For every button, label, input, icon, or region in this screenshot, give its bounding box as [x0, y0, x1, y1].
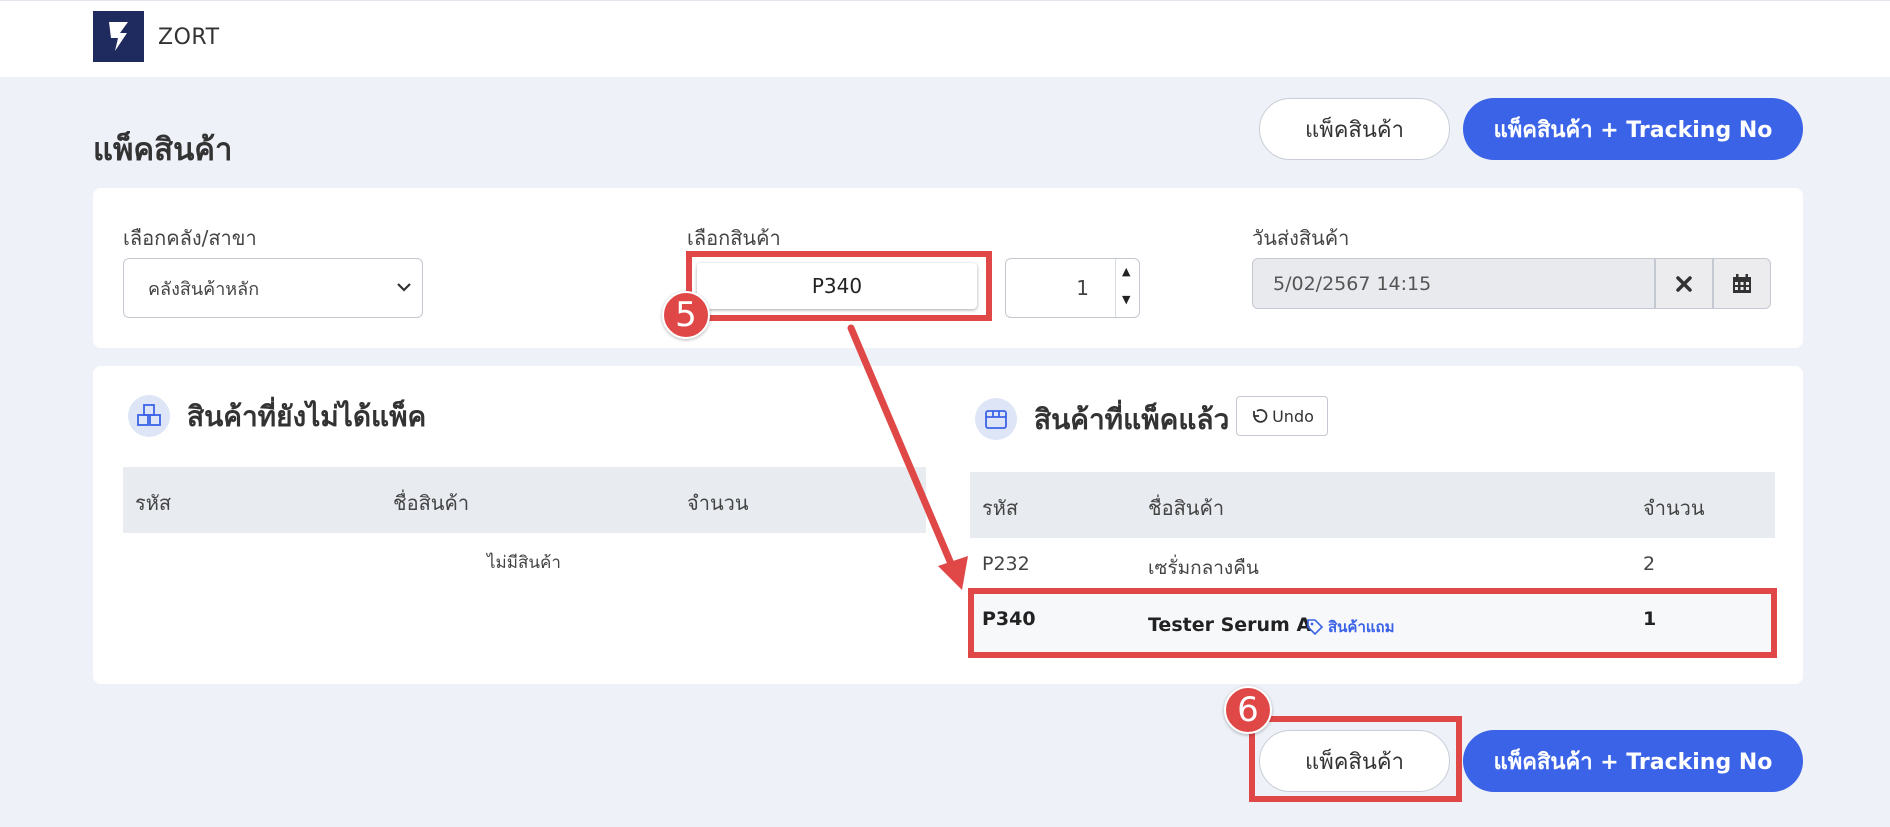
column-header-name: ชื่อสินค้า	[1148, 496, 1225, 520]
quantity-value: 1	[1076, 276, 1089, 300]
column-header-quantity: จำนวน	[1643, 496, 1705, 520]
undo-button[interactable]: Undo	[1236, 396, 1328, 436]
packed-section-title: สินค้าที่แพ็คแล้ว	[1034, 403, 1230, 436]
annotation-box-packed-row	[968, 588, 1777, 658]
column-header-code: รหัส	[135, 491, 172, 515]
pack-button-top[interactable]: แพ็คสินค้า	[1259, 98, 1450, 160]
undo-icon	[1253, 408, 1268, 423]
decrement-icon[interactable]: ▼	[1122, 293, 1130, 306]
clear-date-button[interactable]	[1655, 258, 1713, 309]
quantity-stepper[interactable]: 1 ▲ ▼	[1005, 258, 1140, 318]
packed-table-header: รหัส ชื่อสินค้า จำนวน	[970, 472, 1775, 538]
pack-tracking-button-top[interactable]: แพ็คสินค้า + Tracking No	[1463, 98, 1803, 160]
warehouse-value: คลังสินค้าหลัก	[148, 278, 260, 300]
chevron-down-icon	[397, 283, 411, 292]
quantity-spinner[interactable]: ▲ ▼	[1115, 259, 1139, 317]
packed-box-icon	[975, 398, 1017, 440]
ship-date-input[interactable]: 5/02/2567 14:15	[1252, 258, 1655, 309]
product-label: เลือกสินค้า	[687, 226, 781, 250]
calendar-button[interactable]	[1713, 258, 1771, 309]
close-icon	[1676, 275, 1692, 292]
column-header-name: ชื่อสินค้า	[393, 491, 470, 515]
step-badge-6: 6	[1224, 686, 1272, 734]
pack-tracking-button-bottom[interactable]: แพ็คสินค้า + Tracking No	[1463, 730, 1803, 792]
row-quantity: 2	[1643, 553, 1656, 575]
unpacked-section-title: สินค้าที่ยังไม่ได้แพ็ค	[187, 400, 427, 433]
annotation-box-pack-button	[1249, 716, 1462, 802]
unpacked-box-icon	[128, 395, 170, 437]
empty-state-text: ไม่มีสินค้า	[487, 553, 561, 573]
ship-date-label: วันส่งสินค้า	[1252, 226, 1350, 250]
calendar-icon	[1733, 273, 1751, 293]
zort-logo-icon[interactable]	[93, 11, 144, 62]
column-header-quantity: จำนวน	[687, 491, 749, 515]
row-name: เซรั่มกลางคืน	[1148, 557, 1259, 579]
column-header-code: รหัส	[982, 496, 1019, 520]
increment-icon[interactable]: ▲	[1122, 265, 1130, 278]
annotation-box-product	[686, 251, 992, 321]
page-title: แพ็คสินค้า	[93, 132, 233, 168]
brand-name: ZORT	[158, 25, 220, 50]
unpacked-table-header: รหัส ชื่อสินค้า จำนวน	[123, 467, 926, 533]
warehouse-select[interactable]: คลังสินค้าหลัก	[123, 258, 423, 318]
row-code: P232	[982, 553, 1030, 575]
step-badge-5: 5	[662, 291, 710, 339]
top-bar: ZORT	[0, 0, 1890, 77]
undo-label: Undo	[1272, 406, 1314, 426]
warehouse-label: เลือกคลัง/สาขา	[123, 226, 257, 250]
